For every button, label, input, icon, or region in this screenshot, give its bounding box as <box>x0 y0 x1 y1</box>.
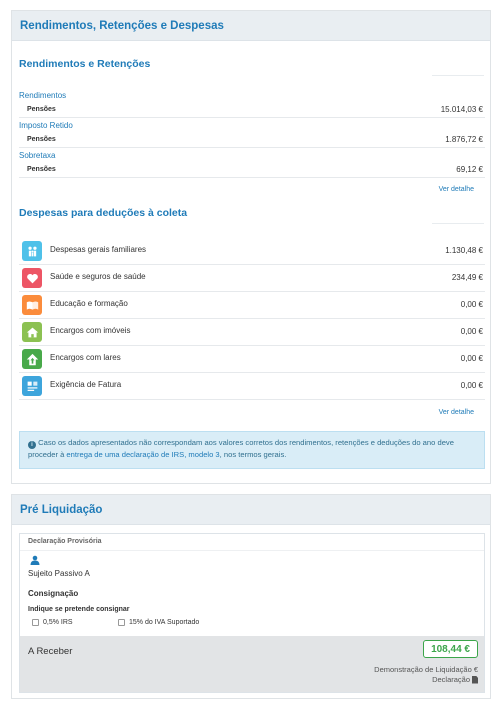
panel-title: Rendimentos, Retenções e Despesas <box>12 11 490 41</box>
iva-checkbox[interactable]: 15% do IVA Suportado <box>118 619 199 626</box>
expense-label: Exigência de Fatura <box>50 380 122 389</box>
consignacao-instruction: Indique se pretende consignar <box>28 606 130 613</box>
expense-value: 0,00 € <box>460 327 483 336</box>
row-label: Pensões <box>27 166 56 173</box>
row-label: Pensões <box>27 136 56 143</box>
list-item: Exigência de Fatura 0,00 € <box>19 373 485 400</box>
info-text-2: , nos termos gerais. <box>219 450 287 459</box>
receber-bar: A Receber 108,44 € Demonstração de Liqui… <box>20 636 484 692</box>
declaracao-label: Declaração Provisória <box>28 538 102 545</box>
divider <box>432 223 484 224</box>
declaracao-link-label: Declaração <box>432 675 470 684</box>
info-icon: i <box>28 441 36 449</box>
row-label: Pensões <box>27 106 56 113</box>
expense-value: 0,00 € <box>460 300 483 309</box>
heart-icon <box>22 268 42 288</box>
panel-title: Pré Liquidação <box>12 495 490 525</box>
group-head: Sobretaxa <box>19 151 56 160</box>
amount-badge: 108,44 € <box>423 640 478 658</box>
ver-detalhe-link[interactable]: Ver detalhe <box>439 409 474 416</box>
expense-value: 234,49 € <box>451 273 483 282</box>
row-value: 69,12 € <box>456 165 483 174</box>
checkbox-box[interactable] <box>32 619 39 626</box>
info-alert: i Caso os dados apresentados não corresp… <box>19 431 485 469</box>
rendimentos-panel: Rendimentos, Retenções e Despesas Rendim… <box>11 10 491 484</box>
divider <box>20 550 484 551</box>
expense-label: Educação e formação <box>50 299 128 308</box>
expense-value: 1.130,48 € <box>445 246 483 255</box>
list-item: Educação e formação 0,00 € <box>19 292 485 319</box>
expense-value: 0,00 € <box>460 381 483 390</box>
entrega-declaracao-link[interactable]: entrega de uma declaração de IRS, modelo… <box>66 450 219 459</box>
book-icon <box>22 295 42 315</box>
consignacao-heading: Consignação <box>28 589 79 598</box>
checkbox-label: 0,5% IRS <box>43 619 73 626</box>
row-value: 15.014,03 € <box>440 105 483 114</box>
table-row: Pensões 15.014,03 € <box>19 102 485 118</box>
section-title-despesas: Despesas para deduções à coleta <box>19 207 188 219</box>
document-icon <box>472 675 478 684</box>
house-icon <box>22 322 42 342</box>
group-head: Imposto Retido <box>19 121 73 130</box>
expense-label: Encargos com lares <box>50 353 121 362</box>
demonstracao-link[interactable]: Demonstração de Liquidação € <box>374 665 478 674</box>
invoice-icon <box>22 376 42 396</box>
irs-checkbox[interactable]: 0,5% IRS <box>32 619 73 626</box>
ver-detalhe-link[interactable]: Ver detalhe <box>439 186 474 193</box>
expense-value: 0,00 € <box>460 354 483 363</box>
divider <box>432 75 484 76</box>
declaracao-card: Declaração Provisória Sujeito Passivo A … <box>19 533 485 693</box>
group-head: Rendimentos <box>19 91 67 100</box>
list-item: Encargos com imóveis 0,00 € <box>19 319 485 346</box>
checkbox-box[interactable] <box>118 619 125 626</box>
user-icon <box>30 555 40 565</box>
list-item: Saúde e seguros de saúde 234,49 € <box>19 265 485 292</box>
declaracao-link[interactable]: Declaração <box>432 675 478 684</box>
section-title-rendimentos: Rendimentos e Retenções <box>19 58 151 70</box>
list-item: Encargos com lares 0,00 € <box>19 346 485 373</box>
checkbox-label: 15% do IVA Suportado <box>129 619 200 626</box>
pre-liquidacao-panel: Pré Liquidação Declaração Provisória Suj… <box>11 494 491 699</box>
table-row: Pensões 69,12 € <box>19 162 485 178</box>
home-arrow-icon <box>22 349 42 369</box>
family-icon <box>22 241 42 261</box>
sujeito-passivo: Sujeito Passivo A <box>28 569 90 578</box>
table-row: Pensões 1.876,72 € <box>19 132 485 148</box>
row-value: 1.876,72 € <box>445 135 483 144</box>
expense-label: Despesas gerais familiares <box>50 245 147 254</box>
list-item: Despesas gerais familiares 1.130,48 € <box>19 238 485 265</box>
receber-label: A Receber <box>28 646 73 657</box>
expense-label: Encargos com imóveis <box>50 326 131 335</box>
expense-label: Saúde e seguros de saúde <box>50 272 146 281</box>
